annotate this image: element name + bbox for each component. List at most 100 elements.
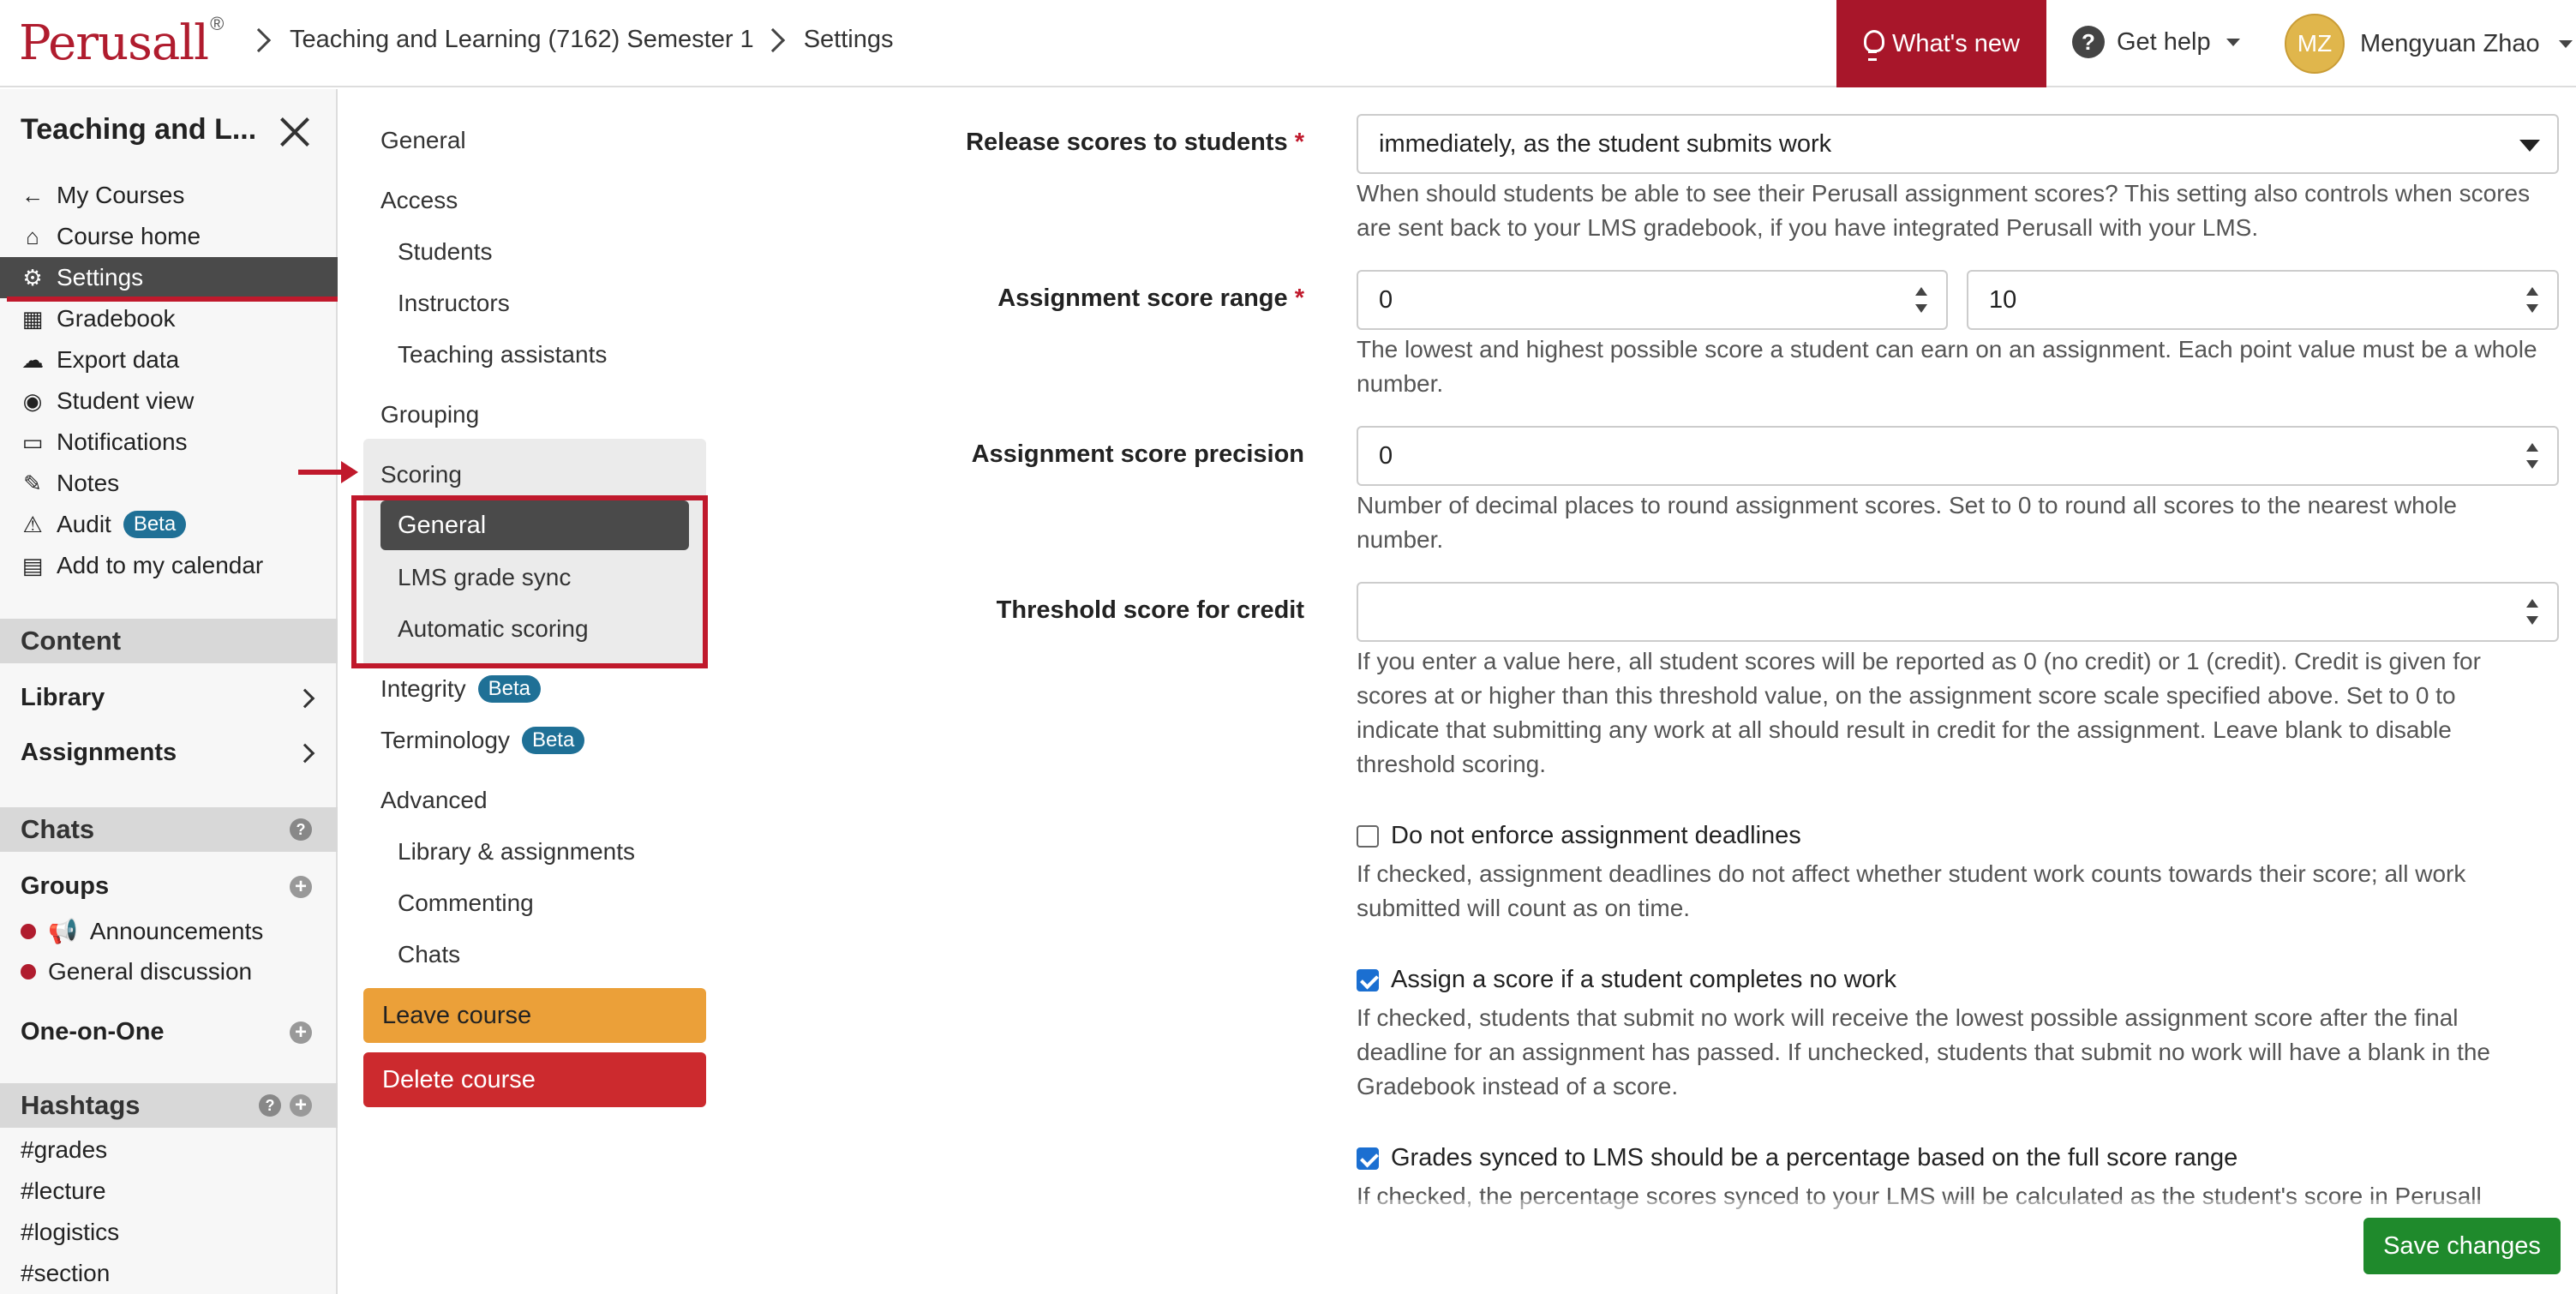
settings-menu-terminology[interactable]: Terminology Beta bbox=[380, 727, 585, 754]
home-icon: ⌂ bbox=[26, 223, 39, 249]
add-chat-icon[interactable]: + bbox=[290, 1021, 312, 1044]
course-sidebar: Teaching and L... ← My Courses ⌂ Course ho… bbox=[0, 89, 338, 1294]
no-work-checkbox[interactable] bbox=[1357, 969, 1379, 991]
hashtag-link[interactable]: #grades bbox=[21, 1136, 107, 1164]
score-precision-input[interactable]: 0 bbox=[1357, 426, 2559, 486]
nav-label: Add to my calendar bbox=[57, 552, 264, 578]
add-group-icon[interactable]: + bbox=[290, 875, 312, 898]
nav-gradebook[interactable]: ▦ Gradebook bbox=[0, 298, 338, 339]
spinner-icon[interactable] bbox=[2526, 287, 2538, 313]
one-on-one-header: One-on-One + bbox=[21, 1018, 312, 1046]
arrow-left-icon: ← bbox=[21, 182, 44, 208]
hashtag-actions: ? + bbox=[259, 1094, 312, 1117]
top-bar: Perusall® Teaching and Learning (7162) S… bbox=[0, 0, 2576, 87]
lms-percentage-checkbox[interactable] bbox=[1357, 1147, 1379, 1170]
nav-label: Gradebook bbox=[57, 305, 176, 332]
chats-header-label: Chats bbox=[21, 814, 95, 844]
terminology-label: Terminology bbox=[380, 727, 510, 753]
nav-my-courses[interactable]: ← My Courses bbox=[0, 175, 338, 216]
release-scores-select[interactable]: immediately, as the student submits work bbox=[1357, 114, 2559, 174]
assignments-link[interactable]: Assignments bbox=[21, 739, 315, 767]
settings-menu-access[interactable]: Access bbox=[380, 187, 458, 214]
nav-settings[interactable]: ⚙ Settings bbox=[0, 257, 338, 298]
chats-section-header: Chats? bbox=[0, 807, 338, 852]
hashtag-link[interactable]: #logistics bbox=[21, 1219, 119, 1246]
leave-course-button[interactable]: Leave course bbox=[363, 988, 706, 1043]
avatar: MZ bbox=[2285, 14, 2345, 74]
release-scores-help: When should students be able to see thei… bbox=[1357, 180, 2531, 241]
spinner-icon[interactable] bbox=[2526, 443, 2538, 469]
perusall-logo[interactable]: Perusall® bbox=[19, 13, 224, 71]
release-scores-label-text: Release scores to students bbox=[966, 129, 1288, 156]
settings-menu-instructors[interactable]: Instructors bbox=[398, 290, 510, 317]
hashtag-link[interactable]: #section bbox=[21, 1260, 110, 1287]
question-circle-icon: ? bbox=[2072, 26, 2105, 58]
no-work-checkbox-label[interactable]: Assign a score if a student completes no… bbox=[1391, 966, 1896, 994]
nav-label: My Courses bbox=[57, 182, 185, 208]
groups-header: Groups + bbox=[21, 872, 312, 901]
get-help-button[interactable]: ? Get help bbox=[2072, 26, 2240, 58]
threshold-label: Threshold score for credit bbox=[996, 596, 1304, 624]
settings-menu-commenting[interactable]: Commenting bbox=[398, 890, 534, 917]
settings-menu-grouping[interactable]: Grouping bbox=[380, 401, 479, 428]
deadlines-help: If checked, assignment deadlines do not … bbox=[1357, 860, 2466, 921]
spinner-icon[interactable] bbox=[2526, 599, 2538, 625]
deadlines-checkbox[interactable] bbox=[1357, 825, 1379, 848]
nav-label: Settings bbox=[57, 264, 144, 291]
settings-menu-library-assignments[interactable]: Library & assignments bbox=[398, 838, 635, 866]
lms-percentage-checkbox-label[interactable]: Grades synced to LMS should be a percent… bbox=[1391, 1144, 2238, 1172]
library-link[interactable]: Library bbox=[21, 684, 315, 712]
score-range-min-input[interactable]: 0 bbox=[1357, 270, 1948, 330]
annotation-arrow bbox=[298, 461, 358, 483]
threshold-help: If you enter a value here, all student s… bbox=[1357, 648, 2481, 777]
score-min-value: 0 bbox=[1379, 285, 1393, 314]
nav-course-home[interactable]: ⌂ Course home bbox=[0, 216, 338, 257]
help-icon[interactable]: ? bbox=[290, 818, 312, 841]
nav-add-to-calendar[interactable]: ▤ Add to my calendar bbox=[0, 545, 338, 586]
nav-audit[interactable]: ⚠ Audit Beta bbox=[0, 504, 338, 545]
delete-course-button[interactable]: Delete course bbox=[363, 1052, 706, 1107]
inbox-icon: ▭ bbox=[21, 428, 44, 455]
settings-menu-integrity[interactable]: Integrity Beta bbox=[380, 675, 541, 703]
save-changes-button[interactable]: Save changes bbox=[2363, 1218, 2561, 1274]
calendar-icon: ▤ bbox=[21, 552, 44, 578]
nav-label: Course home bbox=[57, 223, 201, 249]
breadcrumb-course[interactable]: Teaching and Learning (7162) Semester 1 bbox=[290, 26, 754, 54]
nav-student-view[interactable]: ◉ Student view bbox=[0, 380, 338, 422]
settings-menu-scoring[interactable]: Scoring bbox=[380, 461, 462, 488]
chevron-right-icon bbox=[295, 688, 315, 708]
pencil-icon: ✎ bbox=[23, 470, 42, 496]
library-label: Library bbox=[21, 684, 105, 711]
group-general-discussion[interactable]: General discussion bbox=[21, 958, 252, 985]
hashtag-link[interactable]: #lecture bbox=[21, 1177, 106, 1205]
close-icon[interactable] bbox=[279, 117, 310, 147]
eye-icon: ◉ bbox=[22, 387, 43, 414]
help-icon[interactable]: ? bbox=[259, 1094, 281, 1117]
score-range-help: The lowest and highest possible score a … bbox=[1357, 336, 2537, 397]
settings-menu-general[interactable]: General bbox=[380, 127, 466, 154]
beta-badge: Beta bbox=[477, 675, 541, 703]
group-announcements[interactable]: 📢 Announcements bbox=[21, 917, 263, 945]
add-hashtag-icon[interactable]: + bbox=[290, 1094, 312, 1117]
settings-menu-teaching-assistants[interactable]: Teaching assistants bbox=[398, 341, 607, 368]
lightbulb-icon bbox=[1863, 30, 1884, 61]
megaphone-icon: 📢 bbox=[48, 918, 78, 944]
nav-notes[interactable]: ✎ Notes bbox=[0, 463, 338, 504]
settings-menu-students[interactable]: Students bbox=[398, 238, 493, 266]
settings-menu-chats[interactable]: Chats bbox=[398, 941, 460, 968]
spinner-icon[interactable] bbox=[1915, 287, 1927, 313]
hashtags-header-label: Hashtags bbox=[21, 1090, 141, 1120]
unread-dot bbox=[21, 923, 36, 939]
nav-notifications[interactable]: ▭ Notifications bbox=[0, 422, 338, 463]
score-range-label: Assignment score range * bbox=[997, 285, 1304, 313]
user-menu[interactable]: MZ Mengyuan Zhao bbox=[2285, 14, 2573, 74]
logo-registered-mark: ® bbox=[210, 13, 224, 35]
score-range-max-input[interactable]: 10 bbox=[1967, 270, 2559, 330]
breadcrumb-settings: Settings bbox=[803, 26, 894, 53]
whats-new-button[interactable]: What's new bbox=[1836, 0, 2046, 87]
threshold-input[interactable] bbox=[1357, 582, 2559, 642]
deadlines-checkbox-label[interactable]: Do not enforce assignment deadlines bbox=[1391, 822, 1801, 850]
nav-export-data[interactable]: ☁ Export data bbox=[0, 339, 338, 380]
settings-menu-advanced[interactable]: Advanced bbox=[380, 787, 488, 814]
cloud-download-icon: ☁ bbox=[21, 346, 44, 373]
